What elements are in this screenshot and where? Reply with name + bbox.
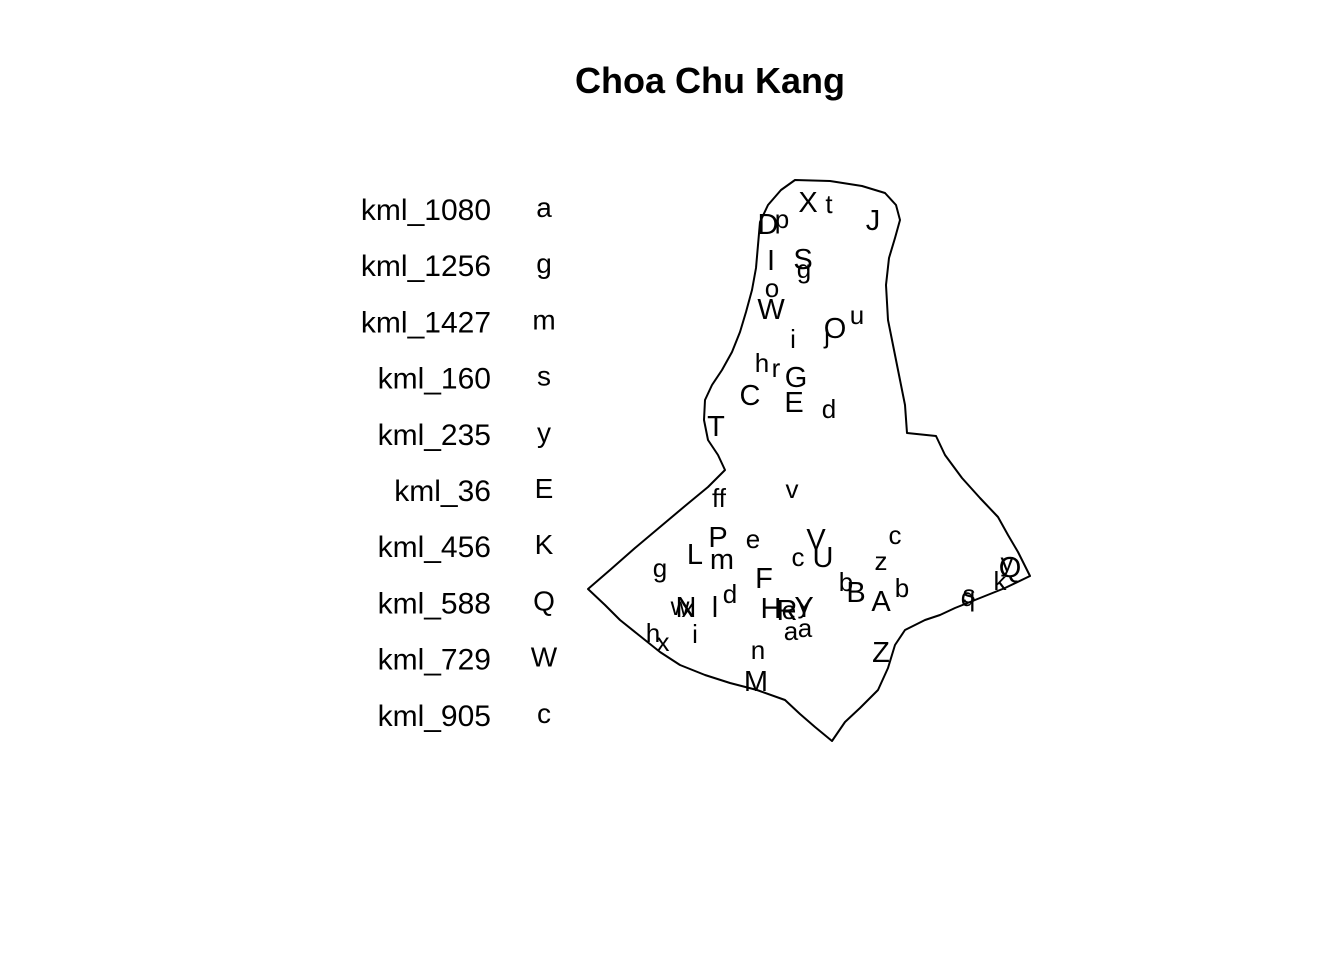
legend-code: y (537, 417, 551, 448)
map-label: E (784, 387, 803, 419)
map-label: c (792, 542, 805, 572)
map-label: J (866, 205, 881, 237)
legend-code: c (537, 698, 551, 729)
legend: kml_1080 a kml_1256 g kml_1427 m kml_160 s kml_2… (361, 192, 558, 733)
legend-key: kml_729 (378, 644, 491, 677)
legend-key: kml_160 (378, 363, 491, 396)
legend-code: s (537, 361, 551, 392)
map-label: n (751, 635, 765, 665)
map-label: j (823, 319, 830, 349)
map-label: U (813, 542, 834, 574)
map-label: k (994, 566, 1008, 596)
map-label: x (657, 627, 670, 657)
map-label: F (755, 563, 773, 595)
map-label: C (740, 380, 761, 412)
map-label: d (822, 394, 836, 424)
map-label: u (850, 300, 864, 330)
map-label: l (712, 592, 718, 624)
legend-code: Q (533, 585, 555, 616)
map-label: g (797, 254, 811, 284)
map-label: h (755, 348, 769, 378)
map-title: Choa Chu Kang (575, 60, 845, 101)
legend-code: g (536, 248, 552, 279)
map-label: M (744, 666, 768, 698)
legend-code: a (536, 192, 552, 223)
map-label: T (707, 411, 725, 443)
map-label: v (786, 474, 799, 504)
map-labels: XtpD JI SgoW uOjih r GC EdTvffP e VcL m c Uzg FbB byQ… (646, 187, 1022, 698)
legend-key: kml_588 (378, 587, 491, 620)
map-label: c (889, 520, 902, 550)
map-label: W (757, 294, 785, 326)
map-label: z (875, 546, 888, 576)
map-label: r (772, 353, 781, 383)
legend-key: kml_1080 (361, 194, 491, 227)
map-label: a (784, 616, 799, 646)
map-label: A (871, 586, 891, 618)
legend-code: W (531, 642, 558, 673)
map-label: B (846, 577, 865, 609)
map-label: d (723, 579, 737, 609)
map-label: b (895, 573, 909, 603)
legend-code: K (535, 529, 554, 560)
map-figure: Choa Chu Kang kml_1080 akml_1256 gkml_1427… (361, 60, 1031, 742)
map-label: X (798, 187, 817, 219)
map-label: i (692, 619, 698, 649)
legend-key: kml_456 (378, 531, 491, 564)
map-label: a (798, 613, 813, 643)
legend-code: E (535, 473, 554, 504)
map-label: e (746, 524, 760, 554)
map-label: m (710, 544, 734, 576)
map-label: Z (872, 637, 890, 669)
legend-code: m (532, 304, 555, 335)
map-label: q (961, 582, 975, 612)
map-label: ff (712, 483, 727, 513)
legend-key: kml_1427 (361, 306, 491, 339)
map-label: L (687, 539, 703, 571)
map-label: i (790, 324, 796, 354)
map-label: D (758, 209, 779, 241)
legend-key: kml_905 (378, 700, 491, 733)
map-label: g (653, 553, 667, 583)
legend-key: kml_235 (378, 419, 491, 452)
map-label: t (825, 189, 833, 219)
legend-key: kml_1256 (361, 250, 491, 283)
legend-key: kml_36 (394, 475, 491, 508)
